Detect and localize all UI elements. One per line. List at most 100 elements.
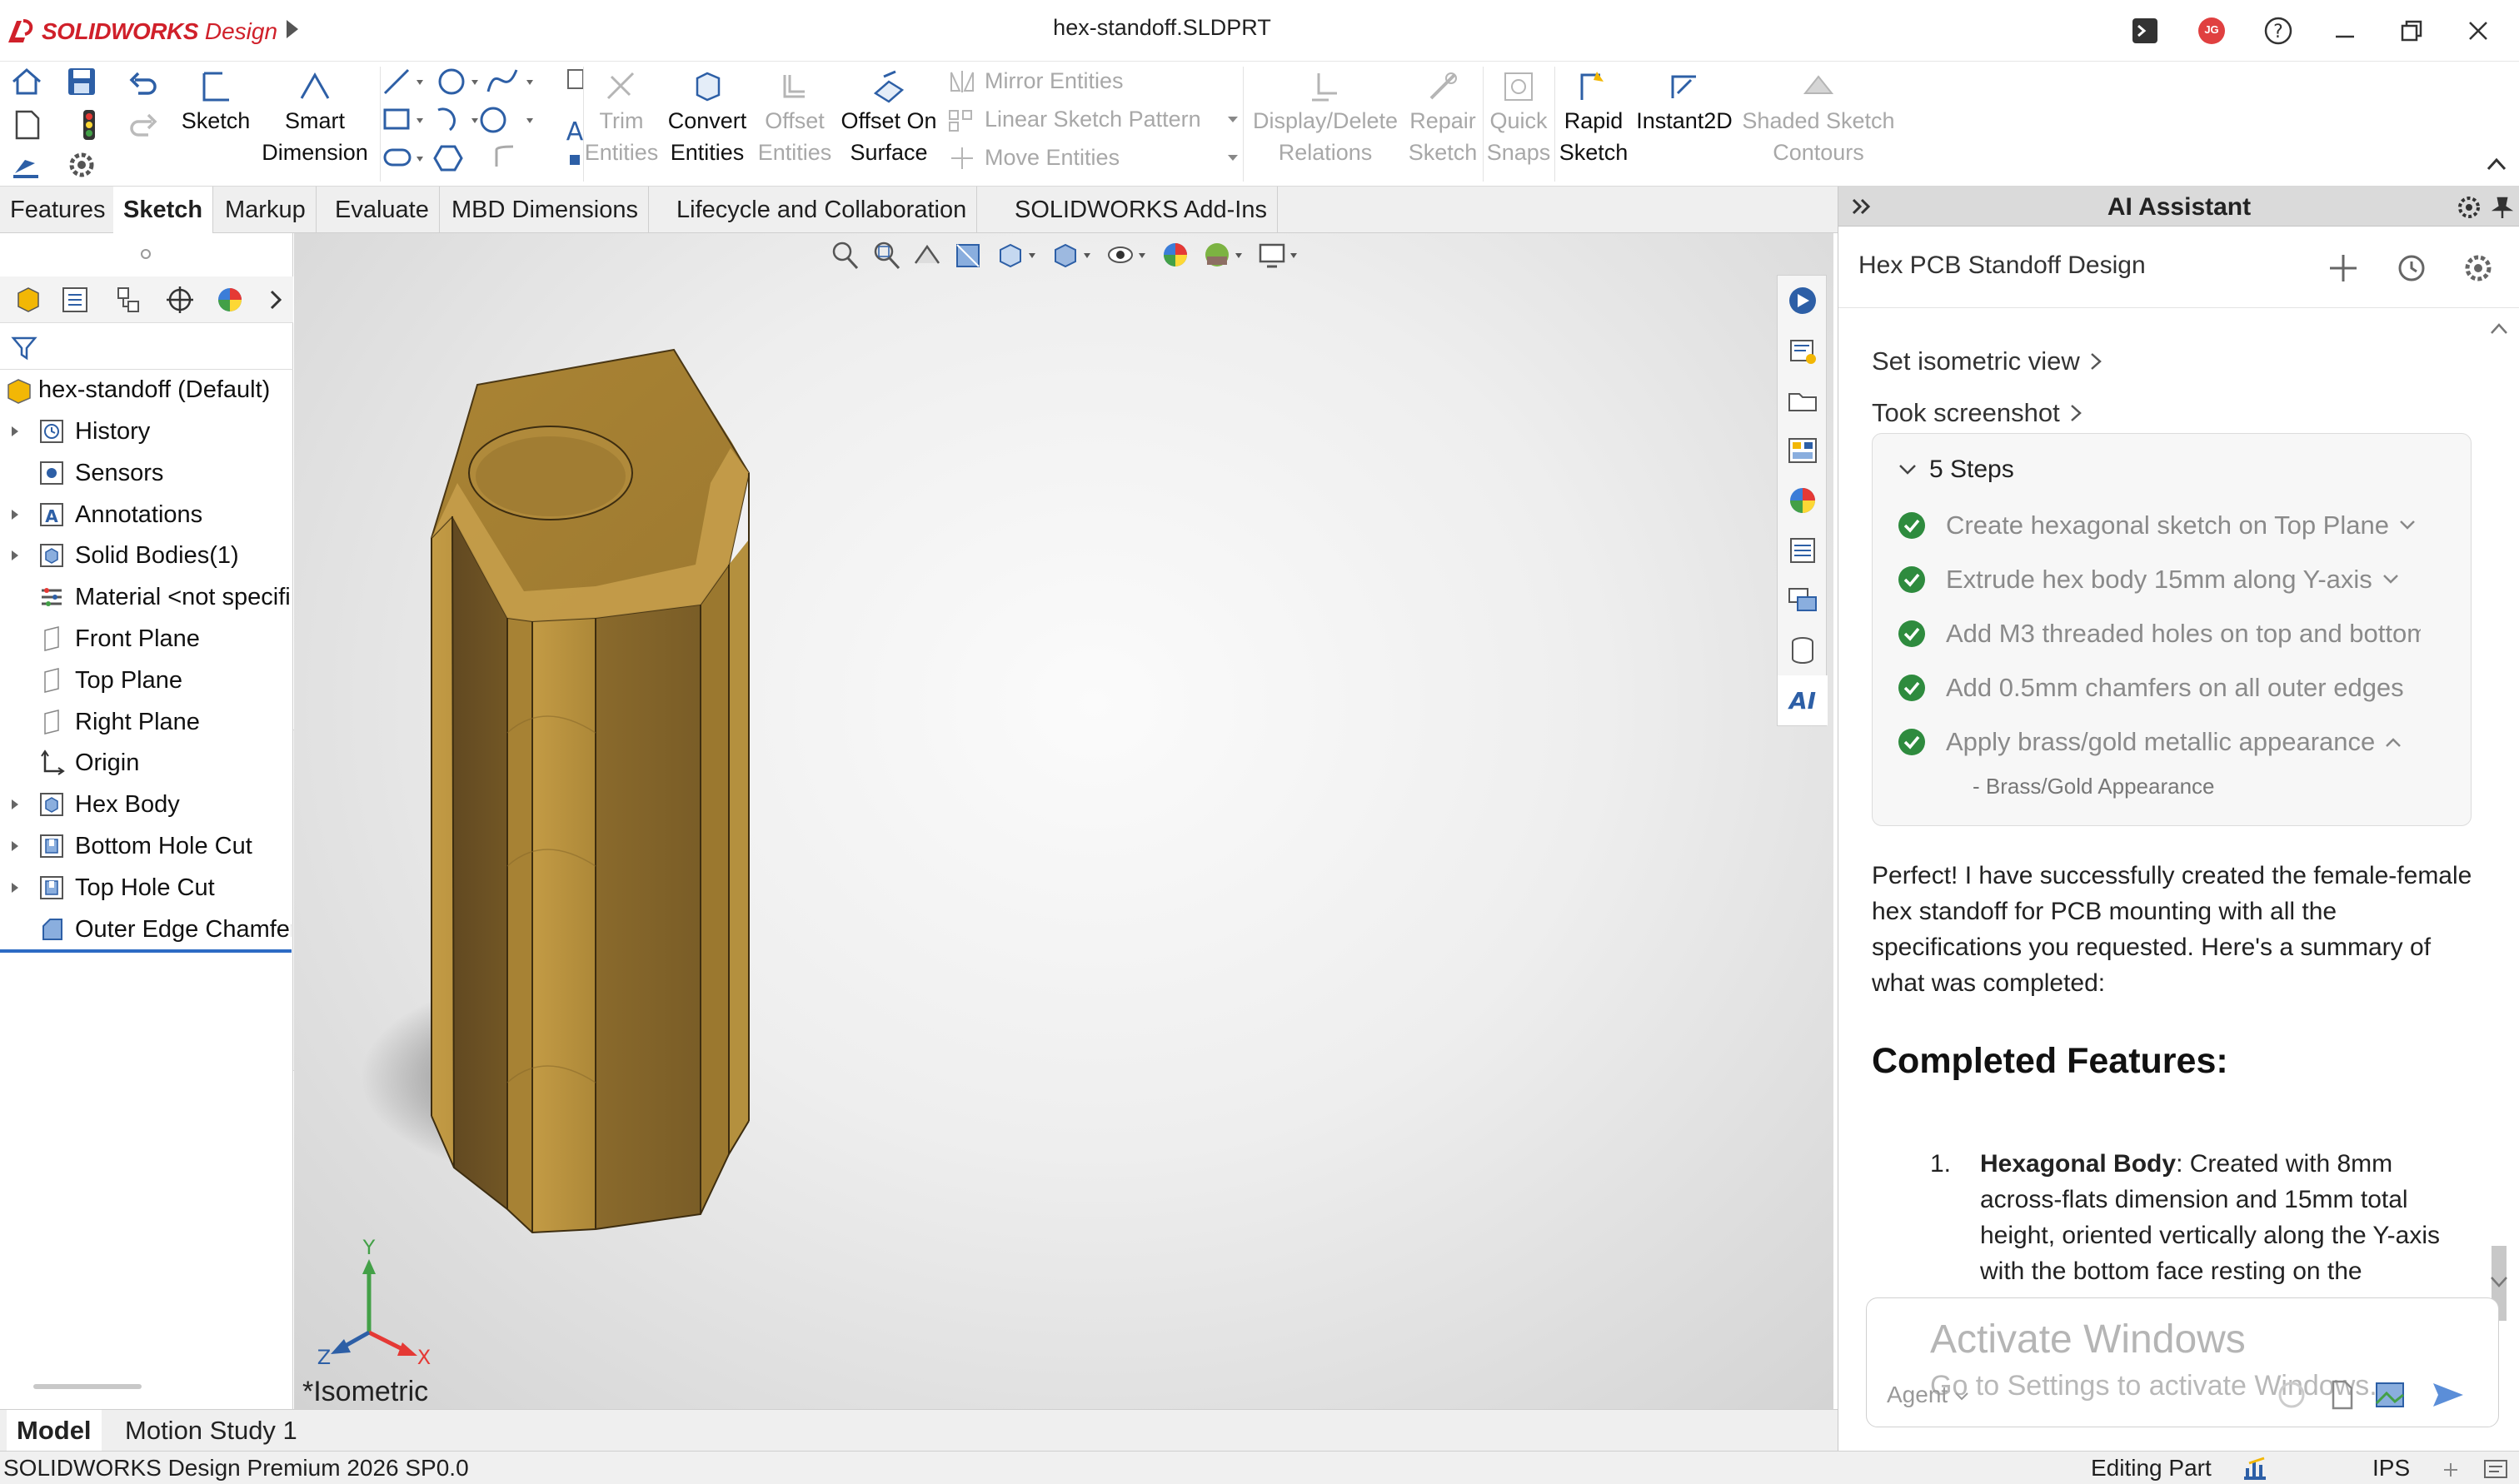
expand-caret-icon[interactable] — [12, 882, 18, 893]
rapid-sketch-button[interactable]: Rapid Sketch — [1556, 63, 1631, 168]
offset-on-surface-button[interactable]: Offset On Surface — [836, 63, 941, 168]
tab-sketch[interactable]: Sketch — [113, 187, 214, 233]
forum-tab[interactable] — [1778, 575, 1828, 625]
tree-item-annotations[interactable]: A Annotations — [0, 495, 292, 535]
dropdown-arrow-icon[interactable] — [1226, 153, 1240, 163]
new-chat-icon[interactable] — [2327, 251, 2360, 285]
solidworks-resources-tab[interactable] — [1778, 276, 1828, 326]
tree-item-hex-body[interactable]: Hex Body — [0, 784, 292, 824]
panel-grip-icon[interactable] — [140, 248, 152, 260]
view-palette-tab[interactable] — [1778, 426, 1828, 476]
step-item[interactable]: Create hexagonal sketch on Top Plane — [1898, 510, 2464, 540]
tree-item-material-not-specified[interactable]: Material <not specified> — [0, 577, 292, 617]
hex-standoff-model[interactable] — [294, 233, 1833, 1409]
tree-item-origin[interactable]: Origin — [0, 743, 292, 783]
step-item[interactable]: Add 0.5mm chamfers on all outer edges — [1898, 673, 2464, 703]
expand-caret-icon[interactable] — [12, 550, 18, 561]
tree-item-history[interactable]: History — [0, 411, 292, 451]
custom-properties-tab[interactable] — [1778, 525, 1828, 575]
appearances-tab[interactable] — [1778, 476, 1828, 525]
tree-item-bottom-hole-cut[interactable]: Bottom Hole Cut — [0, 826, 292, 866]
chat-settings-icon[interactable] — [2462, 251, 2495, 285]
tab-features[interactable]: Features — [0, 187, 117, 233]
instant2d-button[interactable]: Instant2D — [1633, 63, 1736, 137]
file-explorer-tab[interactable] — [1778, 376, 1828, 426]
tree-item-solid-bodies-1[interactable]: Solid Bodies(1) — [0, 535, 292, 575]
expand-caret-icon[interactable] — [12, 509, 18, 520]
attach-file-icon[interactable] — [2325, 1378, 2358, 1412]
tree-item-top-plane[interactable]: Top Plane — [0, 660, 292, 700]
tab-markup[interactable]: Markup — [215, 187, 317, 233]
panel-expand-arrow-icon[interactable] — [267, 288, 285, 311]
repair-sketch-button[interactable]: Repair Sketch — [1406, 63, 1479, 168]
settings-gear-icon[interactable] — [2455, 193, 2483, 222]
rebuild-status-icon[interactable] — [2241, 1455, 2269, 1482]
collapse-ribbon-icon[interactable] — [2486, 157, 2507, 172]
tree-item-sensors[interactable]: Sensors — [0, 453, 292, 493]
display-delete-relations-button[interactable]: Display/Delete Relations — [1246, 63, 1404, 168]
tree-item-right-plane[interactable]: Right Plane — [0, 702, 292, 742]
expand-caret-icon[interactable] — [12, 799, 18, 810]
new-document-icon[interactable] — [10, 108, 43, 142]
step-item[interactable]: Extrude hex body 15mm along Y-axis — [1898, 565, 2464, 595]
dropdown-arrow-icon[interactable] — [1226, 115, 1240, 125]
dimxpert-manager-icon[interactable] — [165, 285, 195, 315]
rebuild-icon[interactable] — [77, 108, 102, 142]
customize-icon[interactable] — [2441, 1460, 2461, 1480]
save-icon[interactable] — [65, 65, 98, 98]
notification-icon[interactable] — [2482, 1458, 2509, 1480]
smart-dimension-button[interactable]: Smart Dimension — [255, 63, 375, 168]
display-manager-icon[interactable] — [215, 285, 245, 315]
select-icon[interactable] — [10, 148, 43, 182]
steps-header[interactable]: 5 Steps — [1898, 456, 2014, 484]
close-window-icon[interactable] — [2459, 12, 2497, 50]
step-item[interactable]: Apply brass/gold metallic appearance — [1898, 727, 2464, 757]
agent-mode-select[interactable]: Agent — [1887, 1382, 1969, 1408]
step-item[interactable]: Add M3 threaded holes on top and bottom — [1898, 619, 2464, 649]
history-icon[interactable] — [2395, 251, 2428, 285]
panel-horizontal-scrollbar[interactable] — [33, 1384, 142, 1389]
minimize-window-icon[interactable] — [2326, 12, 2364, 50]
configuration-manager-icon[interactable] — [113, 285, 143, 315]
tab-lifecycle-collaboration[interactable]: Lifecycle and Collaboration — [666, 187, 978, 233]
expand-caret-icon[interactable] — [12, 841, 18, 851]
offset-entities-button[interactable]: Offset Entities — [755, 63, 835, 168]
unit-system[interactable]: IPS — [2372, 1452, 2410, 1484]
image-upload-icon[interactable] — [2373, 1378, 2407, 1412]
tab-mbd-dimensions[interactable]: MBD Dimensions — [441, 187, 649, 233]
options-gear-icon[interactable] — [65, 148, 98, 182]
tab-evaluate[interactable]: Evaluate — [325, 187, 440, 233]
redo-icon[interactable] — [127, 108, 160, 142]
tree-item-front-plane[interactable]: Front Plane — [0, 619, 292, 659]
tool-call-took-screenshot[interactable]: Took screenshot — [1872, 398, 2085, 428]
user-avatar[interactable]: JG — [2192, 12, 2231, 50]
pin-icon[interactable] — [2490, 195, 2514, 220]
chat-input-box[interactable]: Activate Windows Go to Settings to activ… — [1866, 1297, 2499, 1427]
help-icon[interactable]: ? — [2259, 12, 2297, 50]
undo-icon[interactable] — [127, 67, 160, 100]
restore-window-icon[interactable] — [2392, 12, 2431, 50]
tab-motion-study[interactable]: Motion Study 1 — [115, 1410, 307, 1452]
linear-sketch-pattern-button[interactable]: Linear Sketch Pattern — [948, 107, 1201, 132]
tree-item-outer-edge-chamfer[interactable]: Outer Edge Chamfer — [0, 909, 292, 949]
tree-filter-bar[interactable] — [0, 323, 293, 370]
quick-snaps-button[interactable]: Quick Snaps — [1484, 63, 1553, 168]
property-manager-icon[interactable] — [60, 285, 90, 315]
tree-item-top-hole-cut[interactable]: Top Hole Cut — [0, 868, 292, 908]
move-entities-button[interactable]: Move Entities — [948, 145, 1120, 171]
tab-solidworks-add-ins[interactable]: SOLIDWORKS Add-Ins — [1005, 187, 1278, 233]
filter-icon[interactable] — [10, 333, 38, 361]
expand-caret-icon[interactable] — [12, 426, 18, 436]
sketch-button[interactable]: Sketch — [178, 63, 253, 137]
command-prompt-icon[interactable] — [2126, 12, 2164, 50]
tool-call-set-isometric[interactable]: Set isometric view — [1872, 346, 2105, 376]
convert-entities-button[interactable]: Convert Entities — [661, 63, 753, 168]
trim-entities-button[interactable]: Trim Entities — [583, 63, 660, 168]
feature-manager-tree-icon[interactable] — [13, 285, 43, 315]
graphics-area[interactable]: AI Y X Z *Isometric — [294, 233, 1833, 1409]
shaded-sketch-contours-button[interactable]: Shaded Sketch Contours — [1739, 63, 1898, 168]
design-library-tab[interactable] — [1778, 326, 1828, 376]
send-icon[interactable] — [2430, 1378, 2467, 1412]
mirror-entities-button[interactable]: Mirror Entities — [948, 68, 1124, 94]
chat-scrollbar[interactable] — [2487, 320, 2512, 1321]
